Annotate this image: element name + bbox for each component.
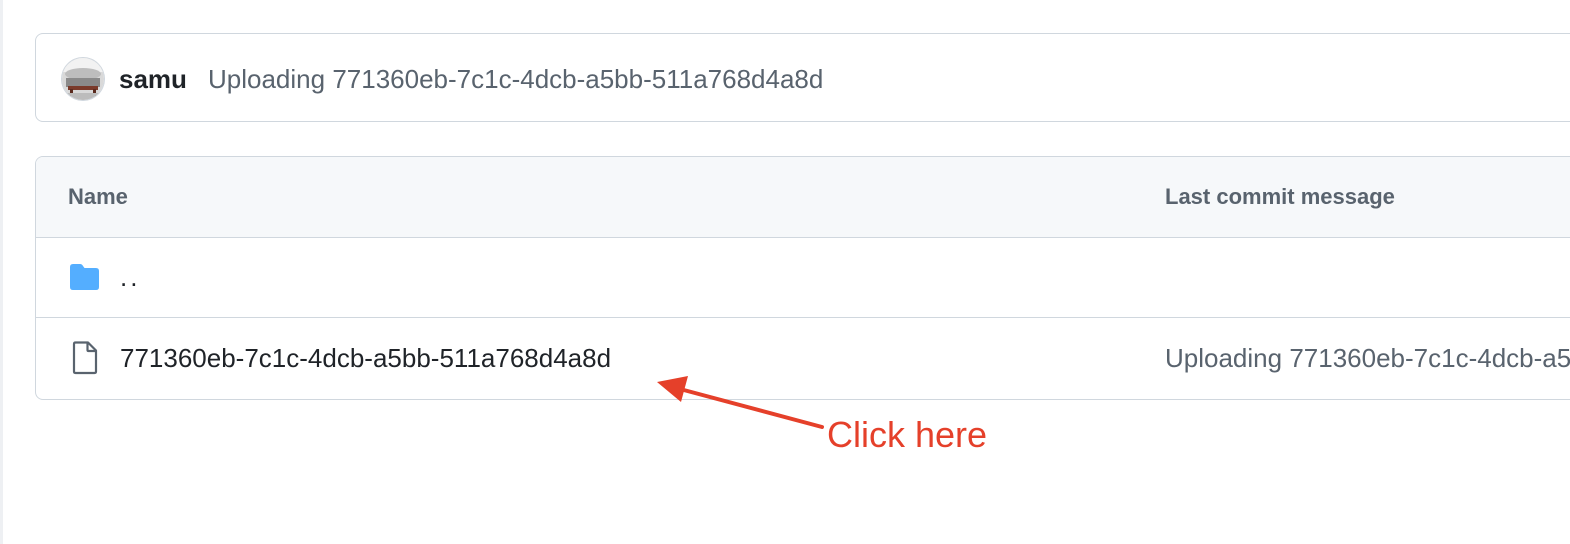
file-commit-message-link[interactable]: Uploading 771360eb-7c1c-4dcb-a5bb-511a76… [1165, 343, 1570, 373]
page: samu Uploading 771360eb-7c1c-4dcb-a5bb-5… [0, 0, 1570, 544]
annotation-label: Click here [827, 414, 988, 455]
table-row-parent-directory[interactable]: .. [36, 238, 1570, 318]
parent-directory-link[interactable]: .. [120, 262, 140, 292]
commit-author-link[interactable]: samu [119, 64, 187, 94]
author-avatar[interactable] [62, 58, 104, 100]
folder-icon [68, 262, 101, 292]
file-name-link[interactable]: 771360eb-7c1c-4dcb-a5bb-511a768d4a8d [120, 343, 611, 373]
left-divider [0, 0, 3, 544]
avatar-image [62, 58, 104, 100]
table-header: Name Last commit message [36, 157, 1570, 238]
file-icon [70, 341, 100, 375]
column-header-last-commit-message: Last commit message [1165, 184, 1395, 209]
commit-message-link[interactable]: Uploading 771360eb-7c1c-4dcb-a5bb-511a76… [208, 64, 823, 94]
latest-commit-box: samu Uploading 771360eb-7c1c-4dcb-a5bb-5… [35, 33, 1570, 122]
file-table: Name Last commit message .. 771360eb-7c1… [35, 156, 1570, 400]
table-row-file[interactable]: 771360eb-7c1c-4dcb-a5bb-511a768d4a8d Upl… [36, 319, 1570, 399]
column-header-name: Name [68, 184, 128, 209]
